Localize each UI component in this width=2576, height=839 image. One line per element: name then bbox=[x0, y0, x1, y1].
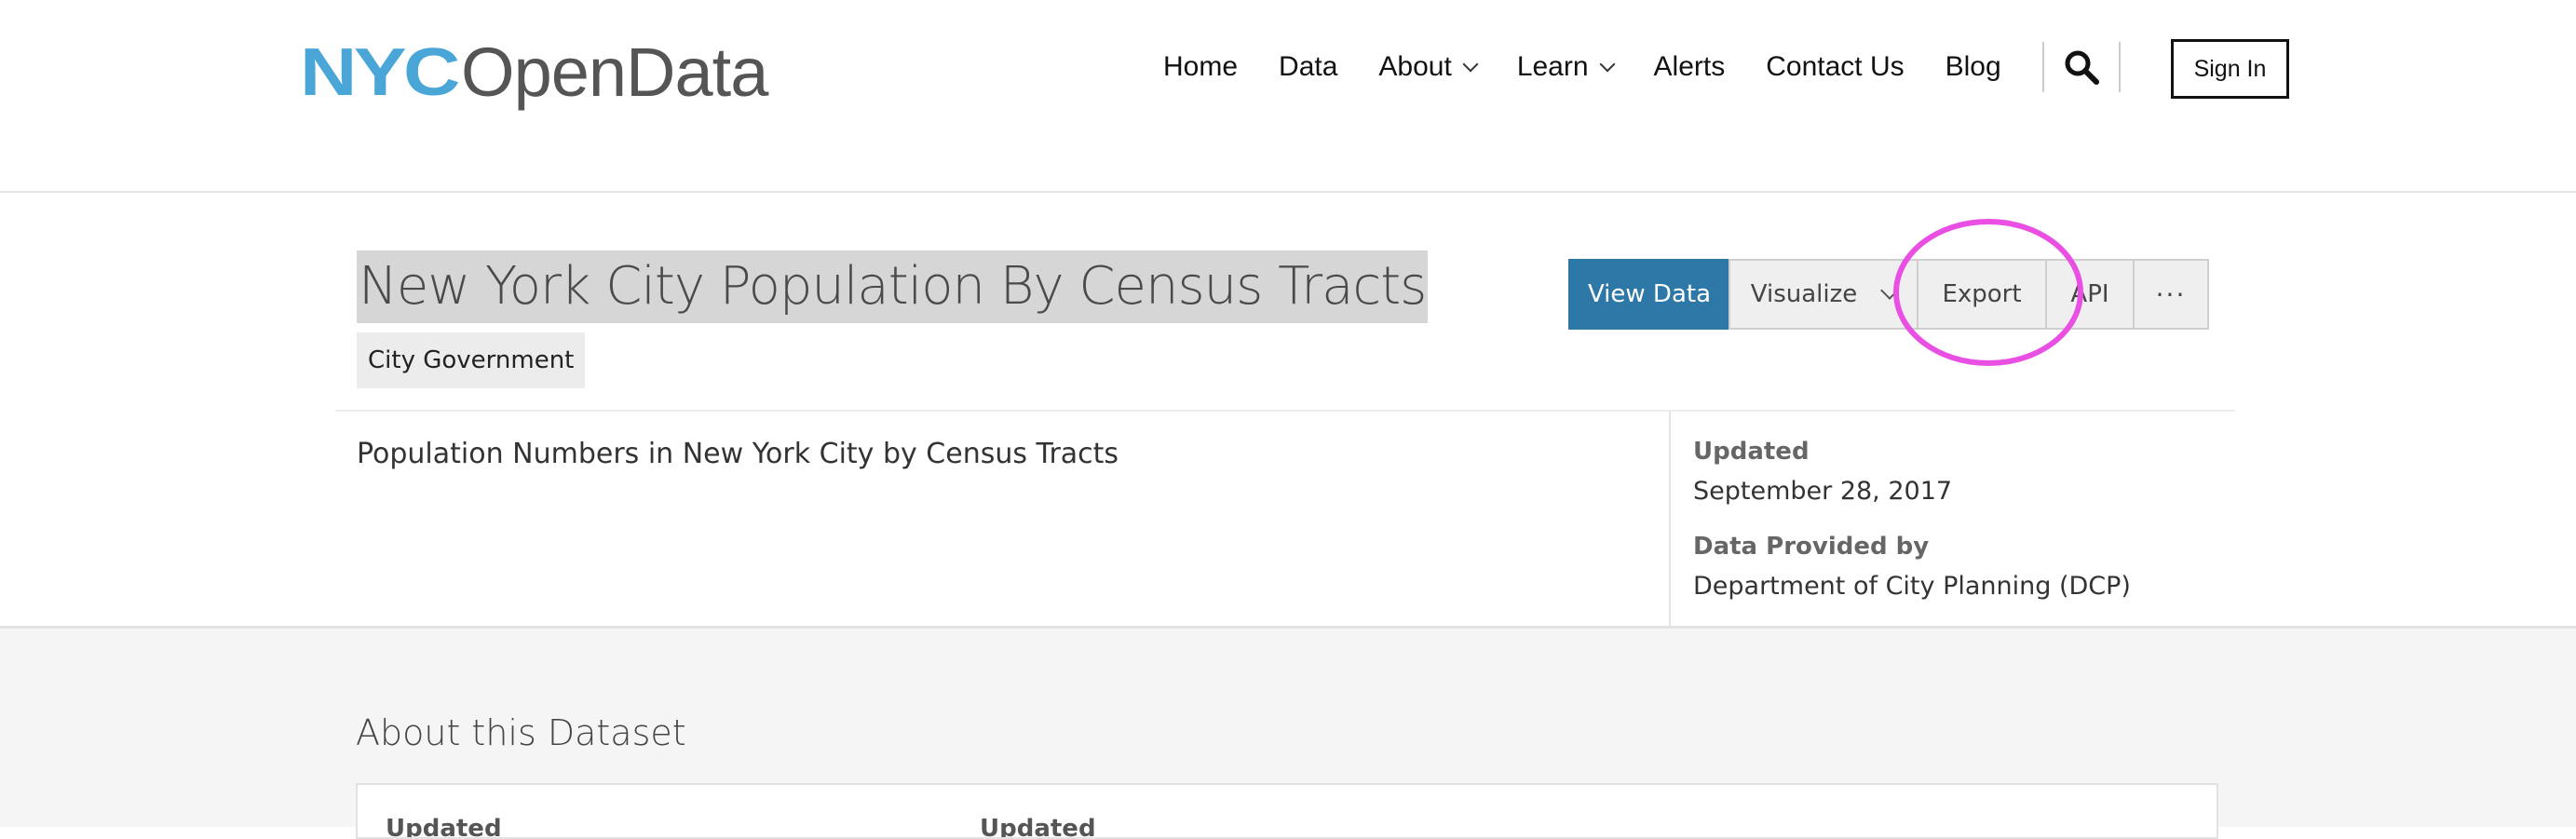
export-button[interactable]: Export bbox=[1917, 259, 2047, 330]
updated-value: September 28, 2017 bbox=[1693, 477, 1953, 506]
about-dataset-heading: About this Dataset bbox=[356, 712, 686, 753]
logo-wordmark: OpenData bbox=[461, 34, 768, 111]
nav-about[interactable]: About bbox=[1378, 51, 1479, 83]
data-provided-by-value: Department of City Planning (DCP) bbox=[1693, 572, 2131, 601]
nav-alerts-label: Alerts bbox=[1653, 51, 1726, 82]
category-tag[interactable]: City Government bbox=[357, 332, 586, 388]
main-nav: Home Data About Learn Alerts Contact Us … bbox=[1163, 42, 2121, 92]
nav-contact-us[interactable]: Contact Us bbox=[1766, 51, 1904, 83]
search-button[interactable] bbox=[2044, 42, 2119, 92]
dataset-title: New York City Population By Census Tract… bbox=[357, 250, 1429, 323]
dataset-action-bar: View Data Visualize Export API ··· bbox=[1568, 259, 2209, 330]
about-card-label: Updated bbox=[386, 815, 502, 839]
view-data-button[interactable]: View Data bbox=[1568, 259, 1730, 330]
about-dataset-section: About this Dataset Updated Updated bbox=[0, 626, 2576, 839]
chevron-down-icon bbox=[1462, 56, 1479, 73]
nav-blog-label: Blog bbox=[1945, 51, 2001, 82]
ellipsis-icon: ··· bbox=[2155, 278, 2187, 310]
nav-home-label: Home bbox=[1163, 51, 1239, 82]
more-options-button[interactable]: ··· bbox=[2133, 259, 2209, 330]
updated-label: Updated bbox=[1693, 438, 1810, 466]
api-button[interactable]: API bbox=[2045, 259, 2135, 330]
nav-data-label: Data bbox=[1279, 51, 1338, 82]
visualize-dropdown-button[interactable]: Visualize bbox=[1729, 259, 1918, 330]
view-data-label: View Data bbox=[1587, 280, 1712, 308]
dataset-description: Population Numbers in New York City by C… bbox=[357, 438, 1119, 470]
meta-divider bbox=[1669, 412, 1671, 626]
about-dataset-card: Updated Updated bbox=[356, 783, 2218, 839]
nav-home[interactable]: Home bbox=[1163, 51, 1238, 83]
site-header: NYC OpenData Home Data About Learn Alert… bbox=[0, 0, 2576, 193]
about-card-label: Updated bbox=[980, 815, 1096, 839]
chevron-down-icon bbox=[1880, 281, 1900, 300]
nav-divider bbox=[2118, 42, 2121, 92]
nav-alerts[interactable]: Alerts bbox=[1654, 51, 1726, 83]
export-label: Export bbox=[1942, 280, 2022, 308]
data-provided-by-label: Data Provided by bbox=[1693, 533, 1930, 561]
nyc-opendata-logo[interactable]: NYC OpenData bbox=[300, 34, 768, 111]
logo-nyc-mark: NYC bbox=[300, 35, 460, 110]
sign-in-button[interactable]: Sign In bbox=[2171, 39, 2289, 99]
nav-blog[interactable]: Blog bbox=[1946, 51, 2001, 83]
visualize-label: Visualize bbox=[1750, 280, 1858, 308]
nav-data[interactable]: Data bbox=[1279, 51, 1337, 83]
nav-learn-label: Learn bbox=[1516, 51, 1589, 82]
chevron-down-icon bbox=[1599, 56, 1616, 73]
api-label: API bbox=[2070, 280, 2109, 308]
nav-contact-us-label: Contact Us bbox=[1766, 51, 1905, 82]
search-icon bbox=[2065, 50, 2099, 85]
nav-learn[interactable]: Learn bbox=[1516, 51, 1616, 83]
nav-about-label: About bbox=[1378, 51, 1452, 82]
section-divider bbox=[335, 410, 2235, 412]
